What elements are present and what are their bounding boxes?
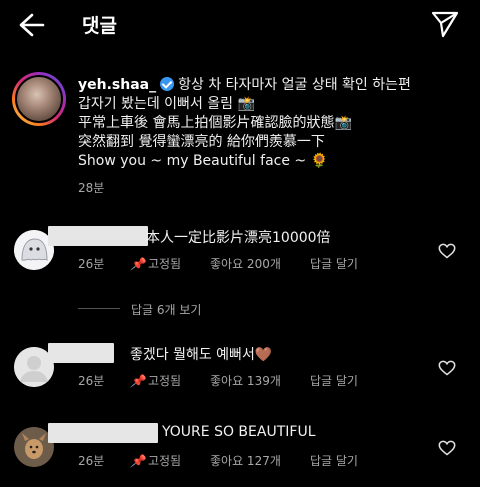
comment-time: 26분 bbox=[78, 257, 105, 271]
caption-timestamp: 28분 bbox=[78, 181, 105, 195]
heart-icon[interactable] bbox=[438, 243, 456, 259]
pin-icon: 📌 bbox=[130, 454, 145, 468]
comment-text: YOURE SO BEAUTIFUL bbox=[162, 424, 316, 440]
reply-button[interactable]: 답글 달기 bbox=[310, 452, 358, 469]
pin-icon: 📌 bbox=[130, 257, 145, 271]
pinned-label: 고정됨 bbox=[147, 454, 182, 468]
likes-count[interactable]: 좋아요 200개 bbox=[210, 255, 281, 272]
header: 댓글 bbox=[0, 0, 480, 50]
redacted-username bbox=[48, 343, 114, 363]
caption-line: 항상 차 타자마자 얼굴 상태 확인 하는편 bbox=[178, 77, 411, 93]
comment-text: 좋겠다 뭘해도 예뻐서🤎 bbox=[130, 347, 273, 363]
comment-item: 좋겠다 뭘해도 예뻐서🤎 26분 📌 고정됨 좋아요 139개 답글 달기 bbox=[0, 343, 480, 403]
redacted-username bbox=[48, 423, 158, 443]
caption-line: 갑자기 봤는데 이뻐서 올림 📸 bbox=[78, 96, 255, 112]
pinned-label: 고정됨 bbox=[147, 257, 182, 271]
reply-button[interactable]: 답글 달기 bbox=[310, 255, 358, 272]
pinned-label: 고정됨 bbox=[147, 374, 182, 388]
pin-icon: 📌 bbox=[130, 374, 145, 388]
verified-badge-icon bbox=[160, 77, 175, 91]
caption-line: Show you ~ my Beautiful face ~ 🌻 bbox=[78, 153, 329, 169]
view-replies-button[interactable]: 답글 6개 보기 bbox=[78, 301, 201, 317]
arrow-left-icon[interactable] bbox=[12, 8, 48, 42]
view-replies-label: 답글 6개 보기 bbox=[131, 303, 202, 317]
comment-item: YOURE SO BEAUTIFUL 26분 📌 고정됨 좋아요 127개 답글 … bbox=[0, 423, 480, 483]
page-title: 댓글 bbox=[82, 15, 117, 37]
likes-count[interactable]: 좋아요 139개 bbox=[210, 372, 281, 389]
heart-icon[interactable] bbox=[438, 360, 456, 376]
caption-line: 平常上車後 會馬上拍個影片確認臉的狀態📸 bbox=[78, 115, 352, 131]
avatar[interactable] bbox=[12, 72, 66, 126]
comment-text: 本人一定比影片漂亮10000倍 bbox=[146, 230, 331, 246]
caption-text: yeh.shaa_ 항상 차 타자마자 얼굴 상태 확인 하는편 갑자기 봤는데 … bbox=[78, 76, 474, 171]
username[interactable]: yeh.shaa_ bbox=[78, 77, 156, 93]
caption-line: 突然翻到 覺得蠻漂亮的 給你們羨慕一下 bbox=[78, 134, 325, 150]
comment-time: 26분 bbox=[78, 374, 105, 388]
post-caption: yeh.shaa_ 항상 차 타자마자 얼굴 상태 확인 하는편 갑자기 봤는데 … bbox=[0, 58, 480, 208]
heart-icon[interactable] bbox=[438, 440, 456, 456]
redacted-username bbox=[48, 226, 148, 246]
reply-button[interactable]: 답글 달기 bbox=[310, 372, 358, 389]
divider bbox=[78, 308, 120, 309]
likes-count[interactable]: 좋아요 127개 bbox=[210, 452, 281, 469]
comment-time: 26분 bbox=[78, 454, 105, 468]
paper-plane-icon[interactable] bbox=[430, 9, 460, 39]
comment-item: 本人一定比影片漂亮10000倍 26분 📌 고정됨 좋아요 200개 답글 달기 bbox=[0, 226, 480, 286]
